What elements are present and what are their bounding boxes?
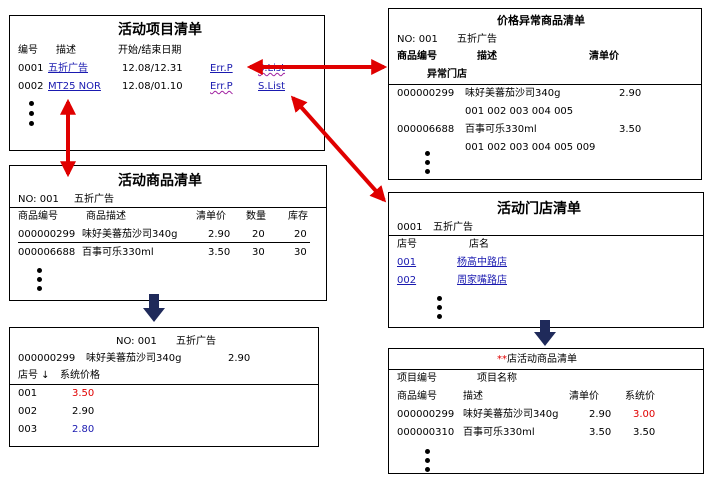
arrows-overlay [60,59,556,346]
down-arrow-stores-products [534,320,556,346]
down-arrow-products-detail [143,294,165,322]
link-arrow-list-stores [290,95,387,203]
